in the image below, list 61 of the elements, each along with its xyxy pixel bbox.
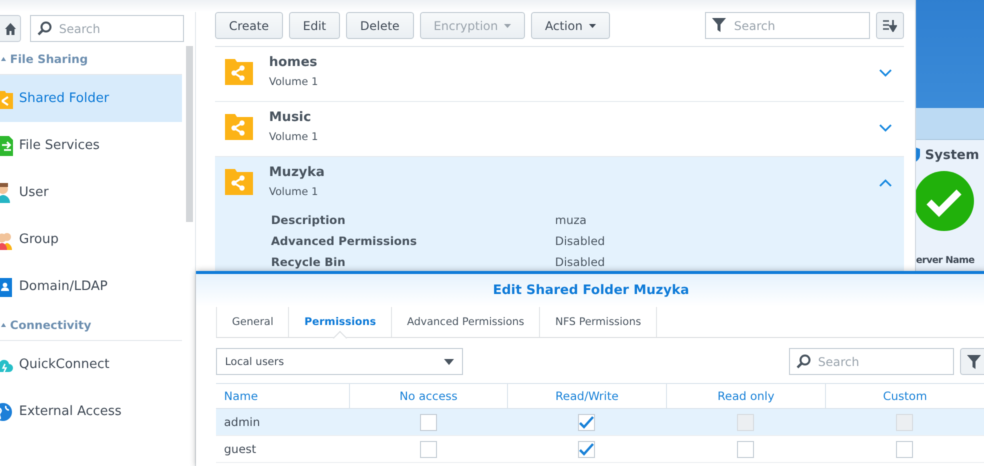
- filter-icon: [712, 18, 726, 32]
- filter-button[interactable]: [960, 348, 984, 375]
- sidebar-item[interactable]: User: [0, 169, 182, 216]
- detail-value: Disabled: [555, 255, 606, 269]
- widget-header-bar: [916, 108, 984, 140]
- tab[interactable]: Advanced Permissions: [390, 307, 540, 337]
- home-button[interactable]: [0, 15, 21, 42]
- toolbar-button[interactable]: Delete: [346, 12, 414, 39]
- toolbar-button[interactable]: Edit: [288, 12, 340, 39]
- tab[interactable]: General: [216, 307, 288, 337]
- search-field[interactable]: Search: [789, 348, 954, 375]
- dialog-title: Edit Shared Folder Muzyka: [196, 274, 984, 307]
- toolbar-button[interactable]: Action: [531, 12, 610, 39]
- user-name-cell[interactable]: admin: [216, 409, 349, 436]
- column-header[interactable]: Read only: [666, 383, 825, 409]
- search-icon: [796, 354, 811, 369]
- filter-icon: [966, 354, 980, 368]
- chevron-down-icon[interactable]: [879, 124, 892, 132]
- checkbox[interactable]: [578, 414, 595, 430]
- home-icon: [4, 22, 16, 34]
- detail-label: Recycle Bin: [271, 255, 346, 269]
- toolbar-button[interactable]: Create: [215, 12, 283, 39]
- caret-icon: [444, 358, 454, 364]
- column-header[interactable]: No access: [349, 383, 507, 409]
- detail-label: Description: [271, 213, 346, 227]
- server-name-label: erver Name: [916, 255, 974, 266]
- sidebar-item[interactable]: QuickConnect: [0, 341, 182, 388]
- checkmark-icon: [579, 416, 594, 428]
- sidebar-item[interactable]: Domain/LDAP: [0, 263, 182, 310]
- chevron-down-icon[interactable]: [879, 69, 892, 77]
- checkbox[interactable]: [896, 440, 913, 458]
- shared-folder-icon: [225, 167, 253, 195]
- checkbox[interactable]: [737, 440, 754, 458]
- checkbox[interactable]: [578, 440, 595, 458]
- detail-label: Advanced Permissions: [271, 234, 418, 248]
- detail-value: Disabled: [555, 234, 606, 248]
- sort-icon: [883, 20, 897, 32]
- tab[interactable]: Permissions: [288, 307, 391, 337]
- scrollbar-thumb[interactable]: [186, 46, 193, 222]
- checkbox[interactable]: [420, 414, 436, 430]
- checkbox[interactable]: [420, 440, 436, 458]
- user-icon: [0, 182, 13, 202]
- shared-folder-icon: [225, 112, 253, 140]
- search-field[interactable]: Search: [30, 15, 184, 42]
- shared-folder-icon: [0, 88, 13, 108]
- tab[interactable]: NFS Permissions: [539, 307, 658, 337]
- sidebar-item[interactable]: Shared Folder: [0, 75, 182, 122]
- sidebar-item[interactable]: Group: [0, 216, 182, 263]
- search-field[interactable]: Search: [705, 12, 870, 39]
- widget-title: System: [925, 148, 980, 162]
- sidebar-item[interactable]: File Services: [0, 122, 182, 169]
- column-header[interactable]: Read/Write: [507, 383, 666, 409]
- sidebar-item[interactable]: External Access: [0, 388, 182, 435]
- sort-button[interactable]: [876, 12, 904, 39]
- detail-value: muza: [555, 213, 588, 227]
- checkmark-icon: [579, 442, 594, 456]
- search-icon: [37, 21, 52, 36]
- chevron-up-icon[interactable]: [879, 179, 892, 187]
- shared-folder-icon: [225, 57, 253, 85]
- user-type-dropdown[interactable]: Local users: [216, 348, 463, 375]
- column-header[interactable]: Custom: [825, 383, 984, 409]
